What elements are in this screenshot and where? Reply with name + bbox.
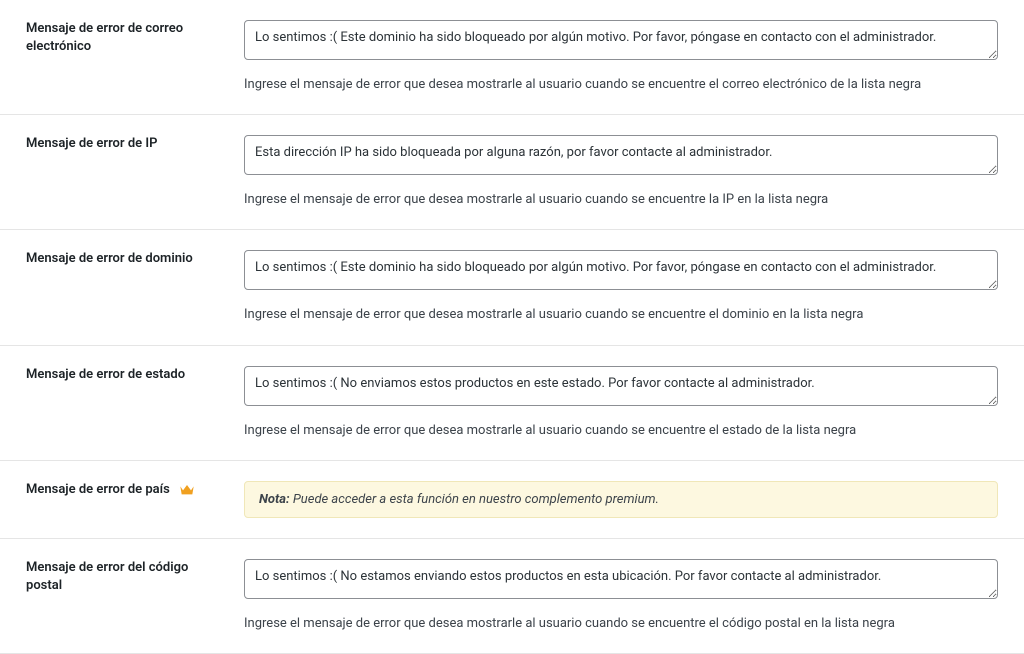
label-state-error: Mensaje de error de estado (26, 366, 185, 384)
settings-table: Mensaje de error de correo electrónico I… (0, 0, 1024, 654)
row-country-error: Mensaje de error de país Nota: Puede acc… (0, 460, 1024, 538)
label-ip-error: Mensaje de error de IP (26, 135, 157, 153)
help-state-error: Ingrese el mensaje de error que desea mo… (244, 422, 998, 440)
label-postal-error: Mensaje de error del código postal (26, 559, 222, 595)
row-state-error: Mensaje de error de estado Ingrese el me… (0, 345, 1024, 460)
textarea-domain-error[interactable] (244, 250, 998, 290)
row-email-error: Mensaje de error de correo electrónico I… (0, 0, 1024, 115)
row-ip-error: Mensaje de error de IP Ingrese el mensaj… (0, 115, 1024, 230)
help-ip-error: Ingrese el mensaje de error que desea mo… (244, 191, 998, 209)
label-domain-error: Mensaje de error de dominio (26, 250, 193, 268)
help-email-error: Ingrese el mensaje de error que desea mo… (244, 76, 998, 94)
textarea-state-error[interactable] (244, 366, 998, 406)
textarea-postal-error[interactable] (244, 559, 998, 599)
label-country-error: Mensaje de error de país (26, 481, 170, 499)
row-postal-error: Mensaje de error del código postal Ingre… (0, 538, 1024, 653)
row-domain-error: Mensaje de error de dominio Ingrese el m… (0, 230, 1024, 345)
textarea-ip-error[interactable] (244, 135, 998, 175)
crown-icon (179, 482, 195, 496)
premium-notice: Nota: Puede acceder a esta función en nu… (244, 481, 998, 518)
label-email-error: Mensaje de error de correo electrónico (26, 20, 222, 56)
textarea-email-error[interactable] (244, 20, 998, 60)
help-domain-error: Ingrese el mensaje de error que desea mo… (244, 306, 998, 324)
help-postal-error: Ingrese el mensaje de error que desea mo… (244, 615, 998, 633)
